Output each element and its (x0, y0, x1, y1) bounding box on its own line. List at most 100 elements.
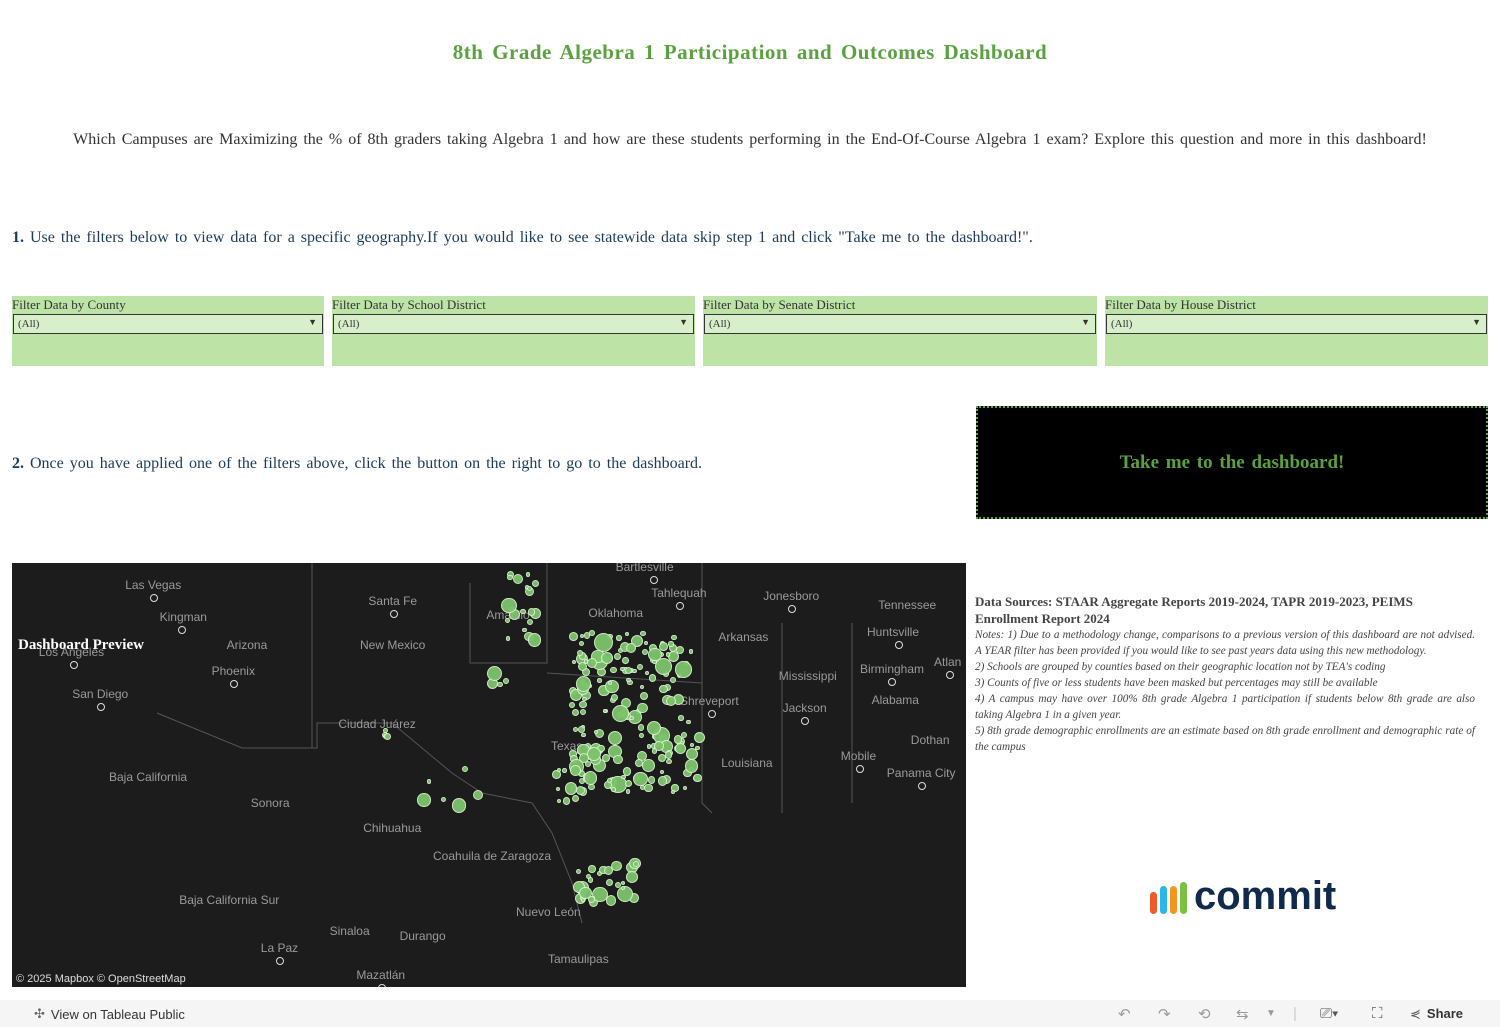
campus-marker[interactable] (556, 799, 561, 804)
go-to-dashboard-button[interactable]: Take me to the dashboard! (976, 406, 1488, 519)
campus-marker[interactable] (611, 860, 622, 872)
refresh-dropdown-icon[interactable]: ▼ (1266, 1008, 1276, 1019)
campus-marker[interactable] (675, 661, 692, 678)
view-on-tableau-link[interactable]: ✣ View on Tableau Public (34, 1006, 185, 1022)
campus-marker[interactable] (555, 786, 560, 791)
campus-marker[interactable] (522, 627, 527, 632)
campus-marker[interactable] (619, 666, 625, 672)
campus-marker[interactable] (569, 702, 575, 708)
campus-marker[interactable] (507, 574, 513, 581)
campus-marker[interactable] (570, 765, 581, 777)
campus-marker[interactable] (472, 790, 483, 801)
campus-marker[interactable] (676, 645, 685, 654)
campus-marker[interactable] (417, 793, 431, 807)
campus-marker[interactable] (606, 879, 614, 886)
campus-marker[interactable] (689, 743, 694, 748)
campus-marker[interactable] (504, 618, 510, 623)
campus-marker[interactable] (610, 666, 617, 674)
campus-marker[interactable] (659, 641, 669, 651)
campus-marker[interactable] (678, 715, 684, 721)
share-button[interactable]: ⋞ Share (1410, 1006, 1463, 1022)
campus-marker[interactable] (675, 742, 687, 754)
dashboard-preview-map[interactable]: Las Vegas Kingman Los Angeles San Diego Ariz… (12, 563, 966, 987)
campus-marker[interactable] (583, 632, 591, 639)
school-district-dropdown[interactable]: (All) ▼ (333, 314, 694, 334)
campus-marker[interactable] (527, 608, 536, 616)
senate-district-dropdown[interactable]: (All) ▼ (704, 314, 1096, 334)
campus-marker[interactable] (682, 786, 687, 791)
campus-marker[interactable] (588, 865, 596, 873)
campus-marker[interactable] (695, 745, 700, 750)
campus-marker[interactable] (578, 726, 585, 733)
campus-marker[interactable] (646, 744, 652, 749)
fullscreen-icon[interactable]: ⛶ (1372, 1005, 1383, 1022)
redo-icon[interactable]: ↷ (1158, 1005, 1171, 1023)
campus-marker[interactable] (426, 779, 432, 784)
campus-marker[interactable] (654, 741, 664, 751)
campus-marker[interactable] (666, 758, 672, 765)
campus-marker[interactable] (625, 789, 631, 794)
refresh-icon[interactable]: ⇆ (1236, 1005, 1249, 1023)
download-icon[interactable]: ⎚▾ (1320, 1005, 1338, 1022)
campus-marker[interactable] (640, 630, 646, 637)
campus-marker[interactable] (607, 731, 622, 746)
campus-marker[interactable] (581, 732, 586, 737)
campus-marker[interactable] (664, 751, 672, 759)
campus-marker[interactable] (564, 782, 578, 795)
campus-marker[interactable] (597, 678, 602, 683)
campus-marker[interactable] (451, 798, 467, 813)
campus-marker[interactable] (584, 771, 598, 785)
campus-marker[interactable] (601, 652, 613, 664)
campus-marker[interactable] (639, 733, 644, 739)
campus-marker[interactable] (625, 642, 637, 653)
campus-marker[interactable] (611, 787, 616, 792)
campus-marker[interactable] (622, 657, 629, 664)
campus-marker[interactable] (648, 647, 662, 661)
campus-marker[interactable] (613, 754, 623, 765)
campus-marker[interactable] (643, 641, 648, 646)
house-district-dropdown[interactable]: (All) ▼ (1106, 314, 1487, 334)
campus-marker[interactable] (657, 776, 668, 786)
campus-marker[interactable] (587, 746, 602, 761)
campus-marker[interactable] (520, 608, 526, 615)
campus-marker[interactable] (684, 759, 699, 773)
campus-marker[interactable] (575, 676, 592, 692)
campus-marker[interactable] (531, 579, 539, 588)
campus-marker[interactable] (562, 768, 567, 773)
campus-marker[interactable] (383, 727, 388, 733)
campus-marker[interactable] (505, 636, 511, 641)
campus-marker[interactable] (383, 732, 391, 740)
county-dropdown[interactable]: (All) ▼ (13, 314, 323, 334)
undo-icon[interactable]: ↶ (1118, 1005, 1131, 1023)
campus-marker[interactable] (616, 635, 622, 641)
campus-marker[interactable] (612, 704, 629, 722)
campus-marker[interactable] (644, 670, 649, 675)
revert-icon[interactable]: ⟲ (1198, 1005, 1211, 1023)
campus-marker[interactable] (665, 695, 676, 706)
campus-marker[interactable] (626, 871, 638, 883)
campus-marker[interactable] (659, 769, 664, 774)
campus-marker[interactable] (526, 618, 533, 625)
campus-marker[interactable] (688, 649, 694, 654)
campus-marker[interactable] (501, 597, 517, 614)
campus-marker[interactable] (606, 895, 617, 906)
campus-marker[interactable] (625, 631, 630, 636)
campus-marker[interactable] (579, 700, 587, 709)
campus-marker[interactable] (668, 641, 674, 647)
campus-marker[interactable] (587, 895, 595, 903)
campus-marker[interactable] (588, 783, 595, 790)
campus-marker[interactable] (461, 765, 468, 772)
campus-marker[interactable] (633, 860, 640, 867)
campus-marker[interactable] (626, 677, 631, 682)
campus-marker[interactable] (526, 585, 532, 591)
campus-marker[interactable] (632, 668, 637, 674)
campus-marker[interactable] (644, 783, 653, 792)
campus-marker[interactable] (620, 880, 626, 885)
campus-marker[interactable] (527, 633, 542, 647)
campus-marker[interactable] (525, 572, 530, 577)
campus-marker[interactable] (665, 652, 671, 657)
campus-marker[interactable] (686, 719, 691, 725)
campus-marker[interactable] (577, 650, 583, 656)
campus-marker[interactable] (641, 759, 655, 773)
campus-marker[interactable] (669, 676, 676, 683)
